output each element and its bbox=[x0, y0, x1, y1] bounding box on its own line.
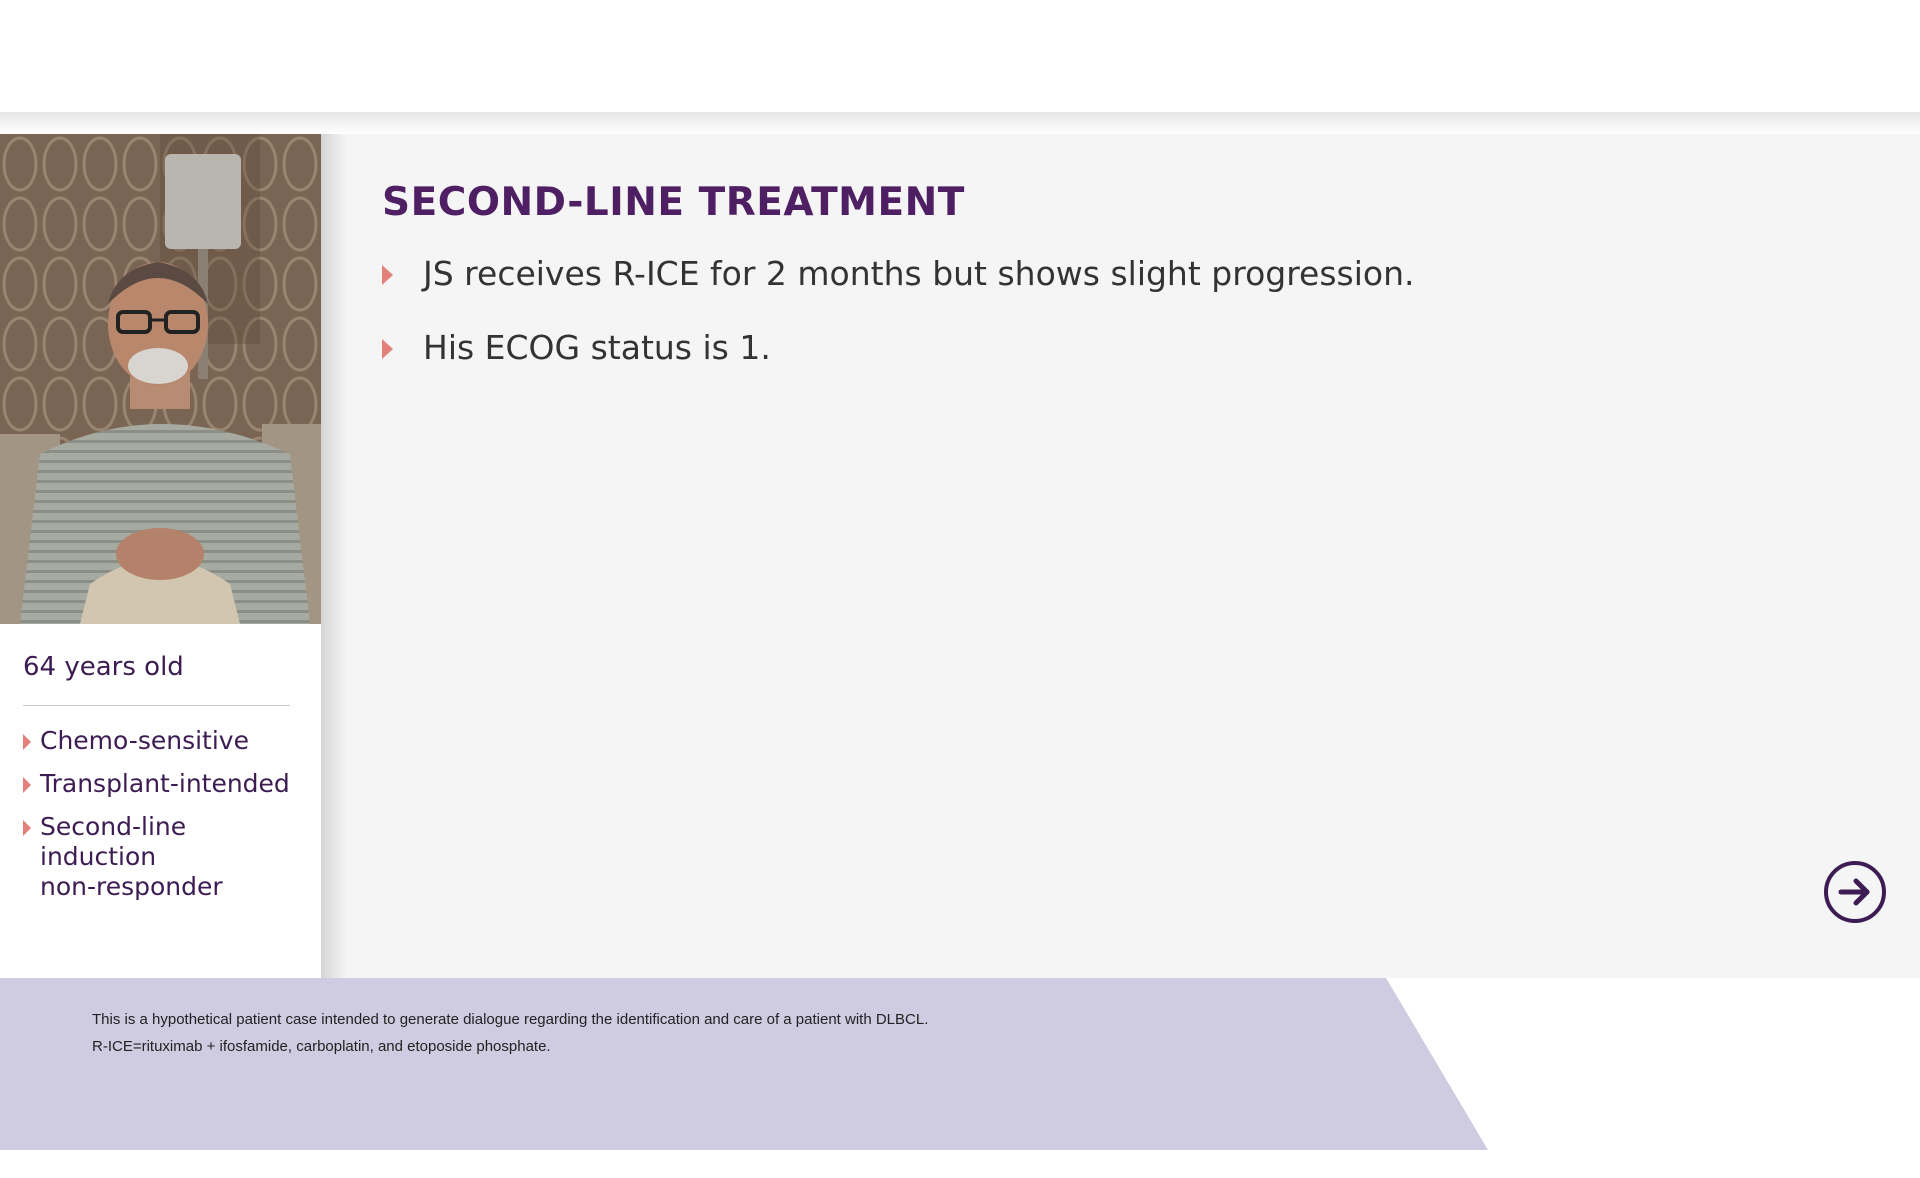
patient-trait: Transplant-intended bbox=[23, 769, 290, 799]
bullet-text: His ECOG status is 1. bbox=[423, 328, 771, 367]
content-bullet: His ECOG status is 1. bbox=[382, 326, 1415, 400]
footnote-line: This is a hypothetical patient case inte… bbox=[92, 1011, 929, 1028]
bullet-triangle-icon bbox=[23, 777, 31, 793]
content-panel-shadow bbox=[321, 134, 347, 978]
patient-trait: Chemo-sensitive bbox=[23, 726, 290, 756]
content-bullet-list: JS receives R-ICE for 2 months but shows… bbox=[382, 252, 1415, 400]
trait-text: Transplant-intended bbox=[40, 769, 290, 798]
bullet-triangle-icon bbox=[23, 734, 31, 750]
page-title: SECOND-LINE TREATMENT bbox=[382, 180, 965, 225]
patient-photo bbox=[0, 134, 321, 624]
arrow-right-circle-icon bbox=[1838, 878, 1870, 906]
patient-photo-illustration bbox=[0, 134, 321, 624]
bullet-triangle-icon bbox=[382, 265, 393, 285]
patient-trait: Second-line induction non-responder bbox=[23, 812, 290, 902]
bullet-triangle-icon bbox=[382, 339, 393, 359]
footnote: This is a hypothetical patient case inte… bbox=[92, 1006, 928, 1060]
slide-stage: SECOND-LINE TREATMENT JS receives R-ICE … bbox=[0, 0, 1920, 1178]
footnote-line: R-ICE=rituximab + ifosfamide, carboplati… bbox=[92, 1038, 551, 1055]
footer-band bbox=[0, 978, 1488, 1150]
content-bullet: JS receives R-ICE for 2 months but shows… bbox=[382, 252, 1415, 326]
bullet-triangle-icon bbox=[23, 820, 31, 836]
trait-text: Second-line induction non-responder bbox=[40, 812, 223, 901]
trait-text: Chemo-sensitive bbox=[40, 726, 249, 755]
next-slide-button[interactable] bbox=[1824, 861, 1886, 923]
patient-trait-list: Chemo-sensitive Transplant-intended Seco… bbox=[23, 726, 290, 915]
sidebar-divider bbox=[23, 705, 290, 706]
header-shadow bbox=[0, 112, 1920, 134]
patient-sidebar: 64 years old Chemo-sensitive Transplant-… bbox=[0, 134, 321, 978]
patient-age: 64 years old bbox=[23, 652, 184, 682]
bullet-text: JS receives R-ICE for 2 months but shows… bbox=[423, 254, 1415, 293]
